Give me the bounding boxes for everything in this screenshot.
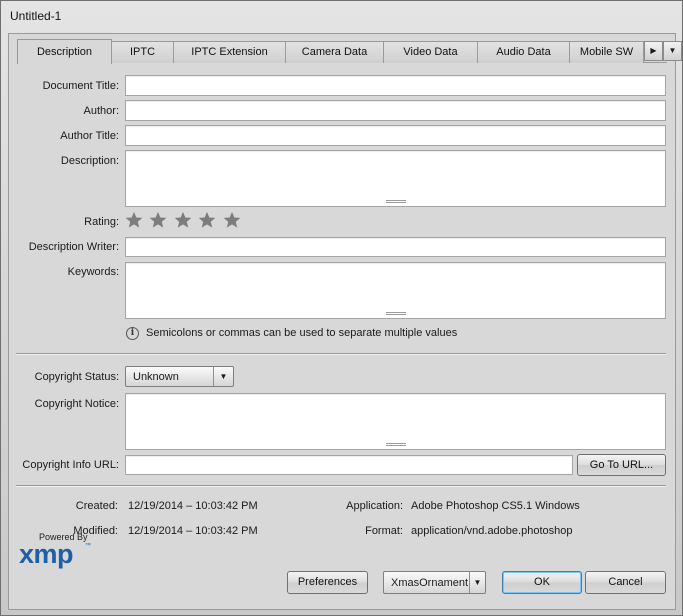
go-to-url-button[interactable]: Go To URL... — [577, 454, 666, 476]
tab-mobile-sw[interactable]: Mobile SW — [569, 41, 644, 63]
author-title-label: Author Title: — [60, 130, 119, 142]
separator — [16, 353, 666, 355]
application-value: Adobe Photoshop CS5.1 Windows — [411, 500, 580, 512]
resize-grip-icon[interactable] — [385, 312, 406, 315]
tab-bar: Description IPTC IPTC Extension Camera D… — [17, 39, 682, 64]
ok-button[interactable]: OK — [502, 571, 582, 594]
modified-value: 12/19/2014 – 10:03:42 PM — [128, 525, 258, 537]
description-writer-label: Description Writer: — [28, 241, 119, 253]
chevron-down-icon: ▼ — [213, 367, 233, 386]
preferences-button[interactable]: Preferences — [287, 571, 368, 594]
tab-iptc[interactable]: IPTC — [111, 41, 174, 63]
document-title-label: Document Title: — [42, 80, 119, 92]
template-dropdown[interactable]: XmasOrnament ▼ — [383, 571, 486, 594]
cancel-button[interactable]: Cancel — [585, 571, 666, 594]
rating-label: Rating: — [84, 216, 119, 228]
tab-video-data[interactable]: Video Data — [383, 41, 478, 63]
file-info-dialog: Untitled-1 Description IPTC IPTC Extensi… — [0, 0, 683, 616]
document-title-input[interactable] — [125, 75, 666, 96]
tab-description[interactable]: Description — [17, 39, 112, 64]
copyright-status-value: Unknown — [133, 371, 179, 383]
author-input[interactable] — [125, 100, 666, 121]
copyright-status-dropdown[interactable]: Unknown ▼ — [125, 366, 234, 387]
triangle-down-icon[interactable]: ▼ — [663, 41, 682, 61]
format-label: Format: — [365, 525, 403, 537]
resize-grip-icon[interactable] — [385, 443, 406, 446]
xmp-logo: Powered By xmp ™ — [12, 532, 92, 572]
trademark-text: ™ — [85, 543, 91, 549]
rating-star-4-icon[interactable] — [198, 211, 216, 229]
xmp-logo-text: xmp — [19, 539, 74, 569]
copyright-url-input[interactable] — [125, 455, 573, 475]
tab-camera-data[interactable]: Camera Data — [285, 41, 384, 63]
info-icon: i — [126, 327, 139, 340]
created-label: Created: — [75, 500, 118, 512]
copyright-notice-textarea[interactable] — [125, 393, 666, 450]
template-value: XmasOrnament — [391, 577, 469, 589]
description-label: Description: — [60, 155, 119, 167]
description-textarea[interactable] — [125, 150, 666, 207]
rating-star-5-icon[interactable] — [223, 211, 241, 229]
copyright-notice-label: Copyright Notice: — [34, 398, 119, 410]
format-value: application/vnd.adobe.photoshop — [411, 525, 573, 537]
application-label: Application: — [346, 500, 403, 512]
tab-iptc-extension[interactable]: IPTC Extension — [173, 41, 286, 63]
window-title: Untitled-1 — [10, 9, 62, 23]
copyright-url-label: Copyright Info URL: — [22, 459, 119, 471]
keywords-textarea[interactable] — [125, 262, 666, 319]
resize-grip-icon[interactable] — [385, 200, 406, 203]
rating-star-3-icon[interactable] — [174, 211, 192, 229]
author-title-input[interactable] — [125, 125, 666, 146]
separator — [16, 485, 666, 487]
author-label: Author: — [83, 105, 119, 117]
description-writer-input[interactable] — [125, 237, 666, 257]
chevron-down-icon: ▼ — [469, 572, 485, 593]
created-value: 12/19/2014 – 10:03:42 PM — [128, 500, 258, 512]
tab-audio-data[interactable]: Audio Data — [477, 41, 570, 63]
copyright-status-label: Copyright Status: — [34, 371, 119, 383]
keywords-hint: Semicolons or commas can be used to sepa… — [146, 327, 458, 339]
rating-star-1-icon[interactable] — [125, 211, 143, 229]
dialog-client-area: Description IPTC IPTC Extension Camera D… — [8, 33, 682, 610]
rating-star-2-icon[interactable] — [149, 211, 167, 229]
keywords-label: Keywords: — [67, 266, 119, 278]
triangle-right-icon[interactable]: ▶ — [644, 41, 663, 61]
